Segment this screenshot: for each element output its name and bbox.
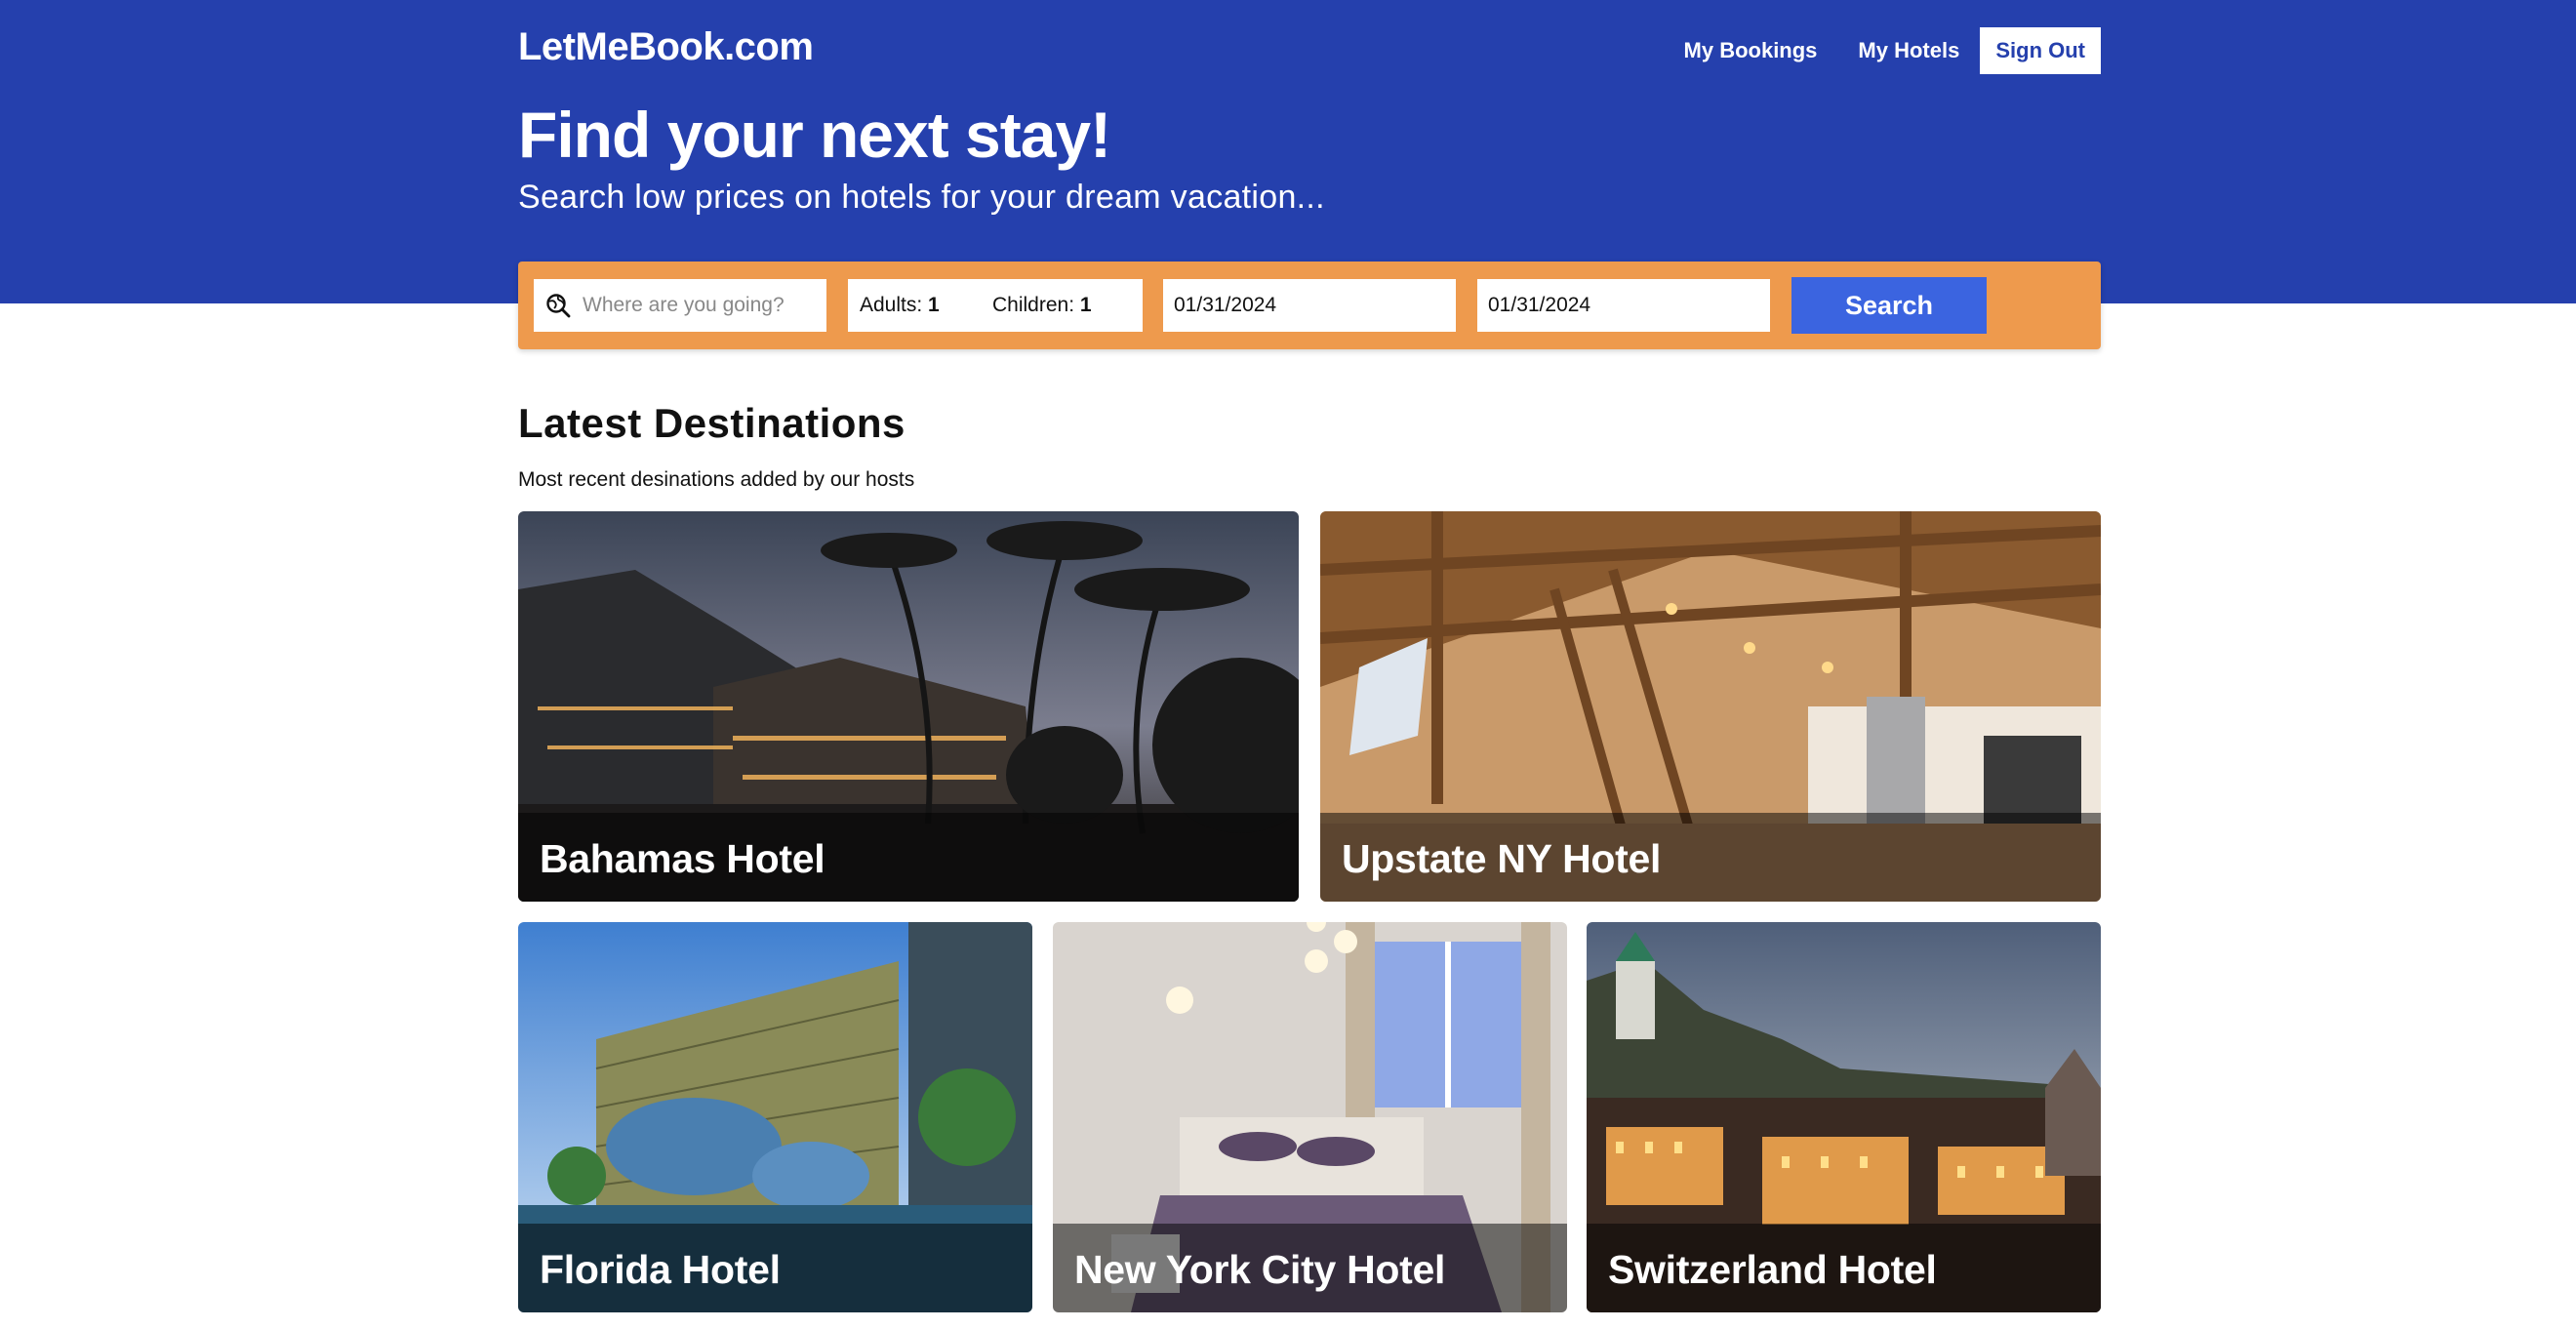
top-nav: My Bookings My Hotels Sign Out [1664,27,2101,74]
destination-card[interactable]: Bahamas Hotel [518,511,1299,902]
hero-title: Find your next stay! [518,99,1111,171]
children-value: 1 [1079,294,1092,316]
search-button[interactable]: Search [1791,277,1987,334]
sign-out-button[interactable]: Sign Out [1980,27,2101,74]
check-out-date-input[interactable]: 01/31/2024 [1477,279,1770,332]
search-globe-icon [546,294,571,318]
destination-card[interactable]: Upstate NY Hotel [1320,511,2101,902]
brand-logo[interactable]: LetMeBook.com [518,25,814,69]
destination-input[interactable] [583,294,807,317]
destination-card[interactable]: New York City Hotel [1053,922,1567,1312]
check-in-date-input[interactable]: 01/31/2024 [1163,279,1456,332]
destination-name: Florida Hotel [540,1247,781,1292]
destination-name: New York City Hotel [1074,1247,1446,1292]
adults-label: Adults: [860,294,923,316]
search-bar: Adults: 1 Children: 1 01/31/2024 01/31/2… [518,262,2101,349]
nav-my-hotels[interactable]: My Hotels [1837,27,1980,74]
section-subtitle: Most recent desinations added by our hos… [518,468,915,491]
adults-value: 1 [928,294,940,316]
hero-subtitle: Search low prices on hotels for your dre… [518,179,1325,216]
destination-name: Bahamas Hotel [540,836,825,881]
nav-my-bookings[interactable]: My Bookings [1664,27,1838,74]
destination-name: Upstate NY Hotel [1342,836,1662,881]
destination-name: Switzerland Hotel [1608,1247,1937,1292]
section-title: Latest Destinations [518,400,906,446]
destination-card[interactable]: Switzerland Hotel [1587,922,2101,1312]
children-counter[interactable]: Children: 1 [992,294,1092,317]
destination-card[interactable]: Florida Hotel [518,922,1032,1312]
guests-field[interactable]: Adults: 1 Children: 1 [848,279,1143,332]
children-label: Children: [992,294,1075,316]
hero-banner [0,0,2576,303]
adults-counter[interactable]: Adults: 1 [860,294,992,317]
destination-field[interactable] [534,279,826,332]
